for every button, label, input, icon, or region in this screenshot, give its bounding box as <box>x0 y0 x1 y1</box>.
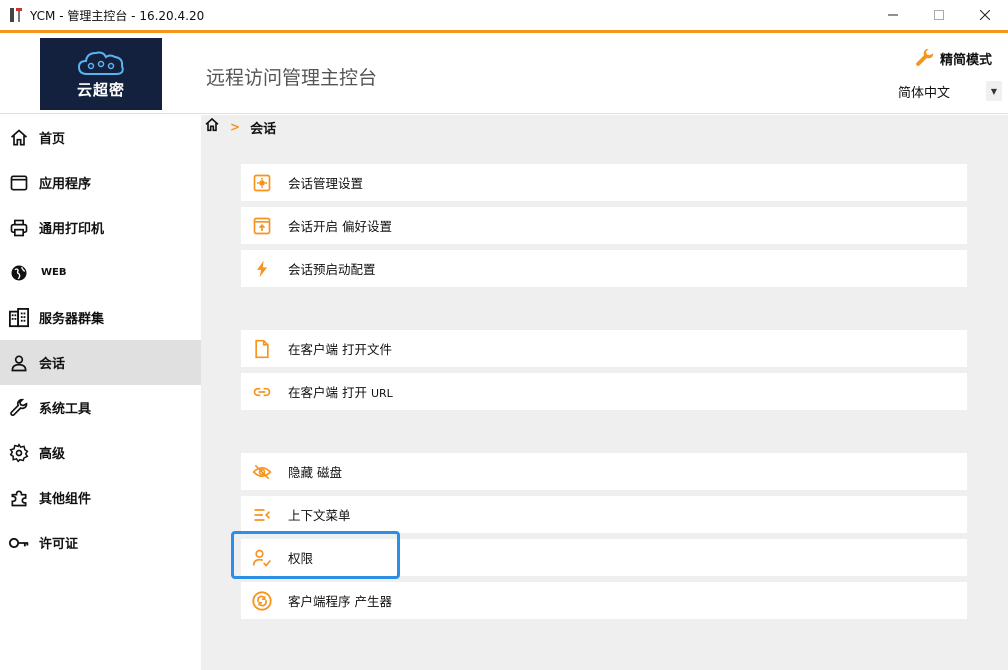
sidebar-item-advanced[interactable]: 高级 <box>0 430 201 475</box>
close-button[interactable] <box>962 0 1008 30</box>
sidebar-item-label: 首页 <box>39 132 66 147</box>
window-title: YCM - 管理主控台 - 16.20.4.20 <box>30 8 205 23</box>
building-icon <box>8 307 30 329</box>
sidebar-item-license[interactable]: 许可证 <box>0 520 201 565</box>
list-item-label: 会话预启动配置 <box>288 262 376 277</box>
minimize-icon <box>888 14 898 16</box>
file-icon <box>251 338 273 360</box>
menu-collapse-icon <box>251 504 273 526</box>
sidebar-item-server-cluster[interactable]: 服务器群集 <box>0 295 201 340</box>
sidebar: 首页 应用程序 通用打印机 WEB 服务器群集 会话 系统工具 高级 其他组件 … <box>0 115 201 670</box>
refresh-circle-icon <box>251 590 273 612</box>
gear-icon <box>8 442 30 464</box>
lightning-icon <box>251 258 273 280</box>
eye-off-icon <box>251 461 273 483</box>
printer-icon <box>8 217 30 239</box>
sidebar-item-session[interactable]: 会话 <box>0 340 201 385</box>
home-icon[interactable] <box>204 117 220 137</box>
list-item-label: 隐藏 磁盘 <box>288 465 342 480</box>
sidebar-item-home[interactable]: 首页 <box>0 115 201 160</box>
simple-mode-button[interactable]: 精简模式 <box>914 47 992 69</box>
home-icon <box>8 127 30 149</box>
sidebar-item-label: 服务器群集 <box>39 312 105 327</box>
sidebar-item-applications[interactable]: 应用程序 <box>0 160 201 205</box>
maximize-icon <box>934 10 944 20</box>
header: 云超密 远程访问管理主控台 精简模式 简体中文 ▼ <box>0 33 1008 114</box>
app-logo-icon <box>8 7 24 23</box>
sidebar-item-web[interactable]: WEB <box>0 250 201 295</box>
list-item-label: 在客户端 打开 URL <box>288 385 393 400</box>
breadcrumb-current: 会话 <box>250 121 277 137</box>
sidebar-item-system-tools[interactable]: 系统工具 <box>0 385 201 430</box>
sidebar-item-label: WEB <box>41 267 67 278</box>
list-item-context-menu[interactable]: 上下文菜单 <box>241 496 967 533</box>
selection-highlight <box>231 531 400 579</box>
user-icon <box>8 352 30 374</box>
list-item-open-url-on-client[interactable]: 在客户端 打开 URL <box>241 373 967 410</box>
language-select[interactable]: 简体中文 ▼ <box>898 79 1002 103</box>
brand-logo[interactable]: 云超密 <box>40 38 162 110</box>
list-item-label: 会话开启 偏好设置 <box>288 219 392 234</box>
upload-box-icon <box>251 215 273 237</box>
list-item-hide-drives[interactable]: 隐藏 磁盘 <box>241 453 967 490</box>
logo-text: 云超密 <box>76 81 125 99</box>
list-item-session-management[interactable]: 会话管理设置 <box>241 164 967 201</box>
globe-icon <box>8 262 30 284</box>
link-icon <box>251 381 273 403</box>
simple-mode-label: 精简模式 <box>939 52 992 68</box>
list-item-open-file-on-client[interactable]: 在客户端 打开文件 <box>241 330 967 367</box>
list-item-label: 会话管理设置 <box>288 176 364 191</box>
list-item-client-generator[interactable]: 客户端程序 产生器 <box>241 582 967 619</box>
title-bar: YCM - 管理主控台 - 16.20.4.20 <box>0 0 1008 30</box>
sidebar-item-printers[interactable]: 通用打印机 <box>0 205 201 250</box>
breadcrumb-separator: > <box>230 120 241 134</box>
settings-box-icon <box>251 172 273 194</box>
close-icon <box>980 10 990 20</box>
window-icon <box>8 172 30 194</box>
cloud-icon <box>77 51 124 75</box>
chevron-down-icon: ▼ <box>986 81 1002 101</box>
list-item-prelaunch-config[interactable]: 会话预启动配置 <box>241 250 967 287</box>
puzzle-icon <box>8 487 30 509</box>
breadcrumb: > 会话 <box>204 117 276 137</box>
sidebar-item-label: 其他组件 <box>39 492 92 507</box>
language-value: 简体中文 <box>898 85 951 101</box>
sidebar-item-label: 高级 <box>39 447 66 462</box>
sidebar-item-label: 通用打印机 <box>39 222 105 237</box>
sidebar-item-label: 系统工具 <box>39 402 92 417</box>
wrench-icon <box>916 48 934 66</box>
sidebar-item-other-components[interactable]: 其他组件 <box>0 475 201 520</box>
minimize-button[interactable] <box>870 0 916 30</box>
wrench-icon <box>8 397 30 419</box>
list-item-session-preferences[interactable]: 会话开启 偏好设置 <box>241 207 967 244</box>
key-icon <box>8 532 30 554</box>
sidebar-item-label: 许可证 <box>39 537 79 552</box>
list-item-label: 客户端程序 产生器 <box>288 594 392 609</box>
list-item-label: 在客户端 打开文件 <box>288 342 392 357</box>
sidebar-item-label: 应用程序 <box>39 177 92 192</box>
console-title: 远程访问管理主控台 <box>206 67 378 89</box>
main-content: > 会话 会话管理设置 会话开启 偏好设置 会话预启动配置 在客户端 打开文件 … <box>201 115 1008 670</box>
sidebar-item-label: 会话 <box>39 357 66 372</box>
list-item-label: 上下文菜单 <box>288 508 351 523</box>
maximize-button[interactable] <box>916 0 962 30</box>
